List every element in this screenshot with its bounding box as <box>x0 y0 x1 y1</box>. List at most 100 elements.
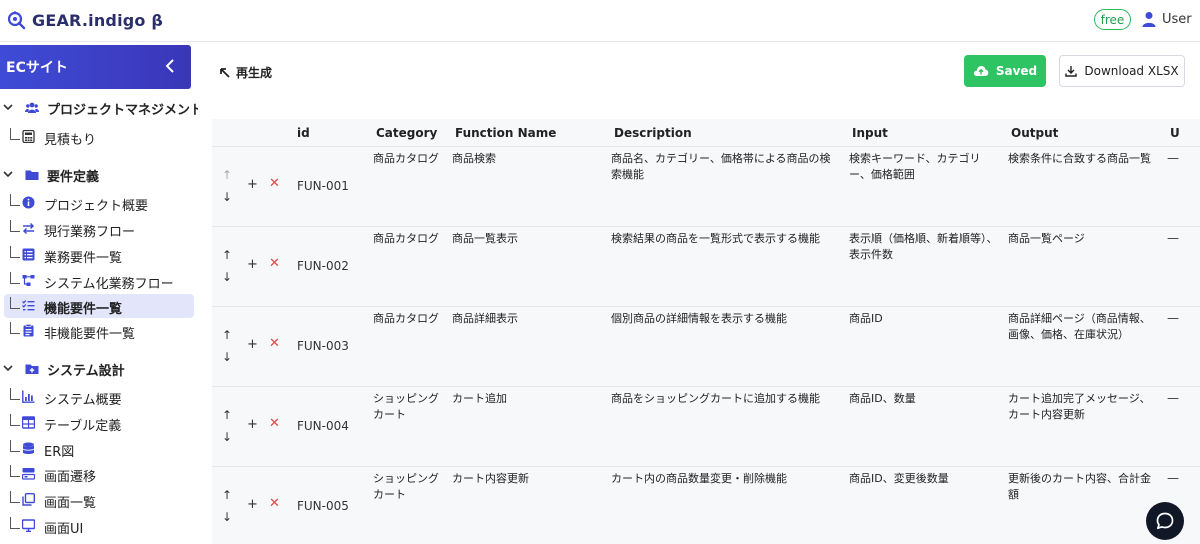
sidebar-item-system-overview[interactable]: システム概要 <box>4 385 194 409</box>
column-header-category[interactable]: Category <box>376 126 437 140</box>
add-row-button[interactable]: + <box>247 338 258 351</box>
input-cell[interactable]: 商品ID、変更後数量 <box>849 471 999 487</box>
folder-icon <box>25 170 39 180</box>
output-cell[interactable]: 商品一覧ページ <box>1008 231 1160 247</box>
function-name-cell[interactable]: 商品検索 <box>452 151 602 167</box>
sidebar-section-label: 要件定義 <box>47 170 100 185</box>
extra-cell[interactable]: — <box>1167 231 1179 245</box>
project-banner[interactable]: ECサイト <box>0 45 191 89</box>
sidebar-item-estimate[interactable]: 見積もり <box>4 125 194 149</box>
column-header-description[interactable]: Description <box>614 126 692 140</box>
chevron-down-icon <box>3 365 13 372</box>
sidebar-item-screen-ui[interactable]: 画面UI <box>4 514 194 538</box>
sidebar-section-requirements[interactable]: 要件定義 <box>0 164 198 186</box>
sidebar-item-label: システム概要 <box>44 393 122 408</box>
column-header-input[interactable]: Input <box>852 126 888 140</box>
add-row-button[interactable]: + <box>247 178 258 191</box>
description-cell[interactable]: 個別商品の詳細情報を表示する機能 <box>611 311 841 327</box>
function-name-cell[interactable]: 商品詳細表示 <box>452 311 602 327</box>
sidebar-item-screen-transition[interactable]: 画面遷移 <box>4 462 194 486</box>
move-down-button[interactable]: ↓ <box>222 511 232 523</box>
arrow-up-left-icon <box>220 67 230 78</box>
checklist-icon <box>22 300 35 311</box>
add-row-button[interactable]: + <box>247 498 258 511</box>
sidebar-item-er-diagram[interactable]: ER図 <box>4 437 194 461</box>
copy-icon <box>22 493 35 506</box>
extra-cell[interactable]: — <box>1167 471 1179 485</box>
category-cell[interactable]: ショッピングカート <box>373 391 449 423</box>
move-down-button[interactable]: ↓ <box>222 271 232 283</box>
sidebar-item-business-requirements[interactable]: 業務要件一覧 <box>4 243 194 267</box>
column-header-output[interactable]: Output <box>1011 126 1058 140</box>
output-cell[interactable]: カート追加完了メッセージ、カート内容更新 <box>1008 391 1160 423</box>
move-up-button[interactable]: ↑ <box>222 329 232 341</box>
sidebar-item-label: 機能要件一覧 <box>44 302 123 317</box>
move-down-button[interactable]: ↓ <box>222 431 232 443</box>
extra-cell[interactable]: — <box>1167 391 1179 405</box>
delete-row-button[interactable]: ✕ <box>269 177 280 190</box>
category-cell[interactable]: ショッピングカート <box>373 471 449 503</box>
extra-cell[interactable]: — <box>1167 151 1179 165</box>
user-label: User <box>1162 11 1192 27</box>
description-cell[interactable]: 商品をショッピングカートに追加する機能 <box>611 391 841 407</box>
delete-row-button[interactable]: ✕ <box>269 337 280 350</box>
input-cell[interactable]: 商品ID <box>849 311 999 327</box>
description-cell[interactable]: 商品名、カテゴリー、価格帯による商品の検索機能 <box>611 151 841 183</box>
function-name-cell[interactable]: カート追加 <box>452 391 602 407</box>
sidebar-item-nonfunctional-requirements[interactable]: 非機能要件一覧 <box>4 319 194 343</box>
move-up-button[interactable]: ↑ <box>222 409 232 421</box>
output-cell[interactable]: 更新後のカート内容、合計金額 <box>1008 471 1160 503</box>
sidebar-item-functional-requirements[interactable]: 機能要件一覧 <box>4 294 194 318</box>
extra-cell[interactable]: — <box>1167 311 1179 325</box>
category-cell[interactable]: 商品カタログ <box>373 151 449 167</box>
sidebar-item-current-flow[interactable]: 現行業務フロー <box>4 217 194 241</box>
input-cell[interactable]: 表示順（価格順、新着順等）、表示件数 <box>849 231 999 263</box>
add-row-button[interactable]: + <box>247 258 258 271</box>
description-cell[interactable]: 検索結果の商品を一覧形式で表示する機能 <box>611 231 841 247</box>
collapse-sidebar-button[interactable] <box>161 57 179 75</box>
function-name-cell[interactable]: 商品一覧表示 <box>452 231 602 247</box>
download-xlsx-button[interactable]: Download XLSX <box>1059 55 1185 87</box>
sidebar-section-system-design[interactable]: システム設計 <box>0 358 198 380</box>
chat-button[interactable] <box>1146 502 1184 540</box>
move-down-button[interactable]: ↓ <box>222 351 232 363</box>
sidebar-item-label: テーブル定義 <box>44 419 122 434</box>
delete-row-button[interactable]: ✕ <box>269 257 280 270</box>
tree-connector <box>10 297 20 309</box>
user-menu[interactable]: User <box>1142 11 1192 27</box>
function-name-cell[interactable]: カート内容更新 <box>452 471 602 487</box>
add-row-button[interactable]: + <box>247 418 258 431</box>
category-cell[interactable]: 商品カタログ <box>373 231 449 247</box>
sidebar: ECサイト プロジェクトマネジメント 見積もり 要件定義 プロジェクト概要 現行… <box>0 42 203 544</box>
save-button[interactable]: Saved <box>964 55 1046 87</box>
user-icon <box>1142 12 1156 27</box>
sidebar-item-system-flow[interactable]: システム化業務フロー <box>4 269 194 293</box>
delete-row-button[interactable]: ✕ <box>269 497 280 510</box>
sidebar-item-label: システム化業務フロー <box>44 277 174 292</box>
column-header-u[interactable]: U <box>1170 126 1180 140</box>
move-up-button[interactable]: ↑ <box>222 169 232 181</box>
column-header-function-name[interactable]: Function Name <box>455 126 556 140</box>
sidebar-item-label: 画面UI <box>44 522 84 537</box>
description-cell[interactable]: カート内の商品数量変更・削除機能 <box>611 471 841 487</box>
category-cell[interactable]: 商品カタログ <box>373 311 449 327</box>
app-logo[interactable]: GEAR.indigo β <box>6 10 163 30</box>
sidebar-section-project-management[interactable]: プロジェクトマネジメント <box>0 97 203 119</box>
sidebar-item-label: 画面一覧 <box>44 496 97 511</box>
input-cell[interactable]: 検索キーワード、カテゴリー、価格範囲 <box>849 151 999 183</box>
sidebar-item-project-overview[interactable]: プロジェクト概要 <box>4 191 194 215</box>
column-header-id[interactable]: id <box>297 126 310 140</box>
sidebar-item-table-definition[interactable]: テーブル定義 <box>4 411 194 435</box>
clipboard-icon <box>23 324 34 337</box>
chart-icon <box>22 390 35 403</box>
move-up-button[interactable]: ↑ <box>222 489 232 501</box>
input-cell[interactable]: 商品ID、数量 <box>849 391 999 407</box>
sidebar-item-screen-list[interactable]: 画面一覧 <box>4 488 194 512</box>
delete-row-button[interactable]: ✕ <box>269 417 280 430</box>
chevron-down-icon <box>3 171 13 178</box>
output-cell[interactable]: 商品詳細ページ（商品情報、画像、価格、在庫状況） <box>1008 311 1160 343</box>
move-down-button[interactable]: ↓ <box>222 191 232 203</box>
output-cell[interactable]: 検索条件に合致する商品一覧 <box>1008 151 1160 167</box>
regenerate-button[interactable]: 再生成 <box>220 64 272 81</box>
move-up-button[interactable]: ↑ <box>222 249 232 261</box>
